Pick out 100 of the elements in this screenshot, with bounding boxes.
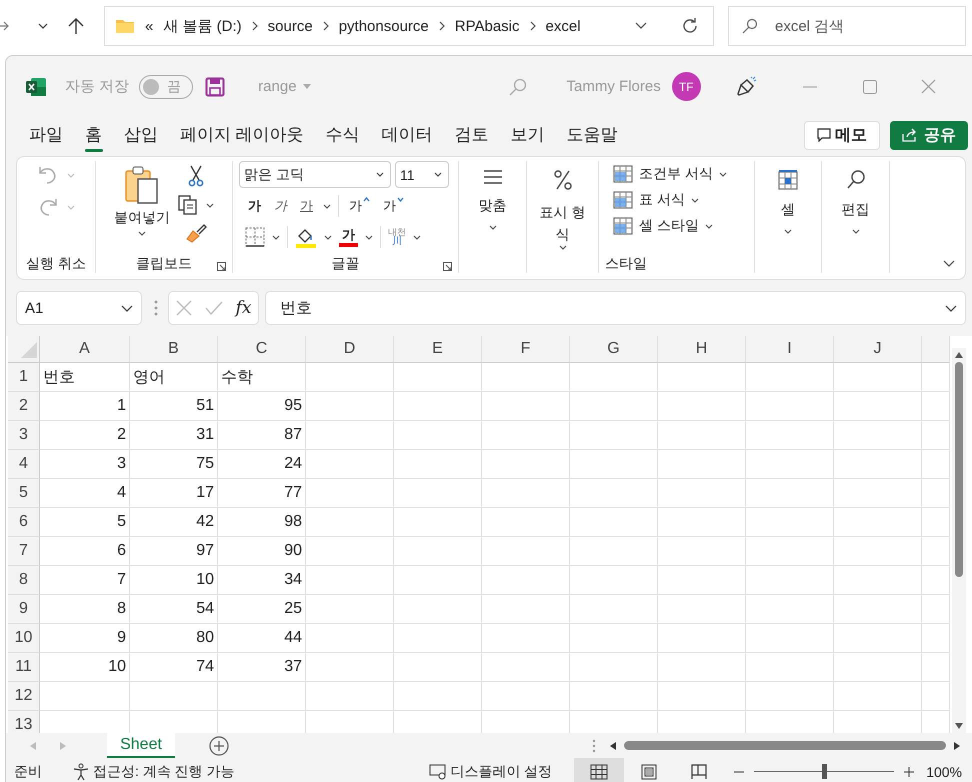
accessibility-button[interactable]: 접근성: 계속 진행 가능 bbox=[72, 762, 235, 780]
zoom-level[interactable]: 100% bbox=[926, 764, 962, 780]
scrollbar-thumb[interactable] bbox=[624, 741, 946, 750]
menu-tab[interactable]: 수식 bbox=[314, 118, 371, 152]
row-header[interactable]: 5 bbox=[8, 479, 40, 508]
row-header[interactable]: 13 bbox=[8, 711, 40, 733]
row-header[interactable]: 6 bbox=[8, 508, 40, 537]
menu-tab[interactable]: 삽입 bbox=[113, 118, 169, 152]
left-triangle-icon[interactable] bbox=[610, 742, 616, 750]
row-header[interactable]: 12 bbox=[8, 682, 40, 711]
column-header[interactable]: A bbox=[40, 336, 130, 363]
bold-button[interactable]: 가 bbox=[245, 197, 264, 215]
up-triangle-icon[interactable] bbox=[955, 352, 963, 358]
menu-tab[interactable]: 데이터 bbox=[370, 118, 444, 152]
display-settings-button[interactable]: 디스플레이 설정 bbox=[429, 762, 552, 780]
alignment-button[interactable]: 맞춤 bbox=[478, 161, 506, 230]
zoom-slider-thumb[interactable] bbox=[822, 764, 828, 779]
column-header[interactable]: J bbox=[834, 336, 922, 363]
path-segment[interactable]: pythonsource bbox=[338, 18, 429, 34]
font-name-select[interactable]: 맑은 고딕 bbox=[239, 161, 391, 188]
shrink-font-button[interactable]: 가 bbox=[380, 197, 407, 215]
row-header[interactable]: 1 bbox=[8, 363, 40, 392]
name-box[interactable]: A1 bbox=[16, 291, 142, 325]
column-header[interactable]: C bbox=[218, 336, 306, 363]
forward-icon[interactable] bbox=[0, 19, 10, 33]
underline-button[interactable]: 가 bbox=[297, 197, 316, 215]
formula-input[interactable]: 번호 bbox=[265, 291, 966, 325]
memo-button[interactable]: 메모 bbox=[804, 120, 880, 150]
insert-function-button[interactable]: fx bbox=[236, 298, 252, 318]
style-menu-button[interactable]: 표 서식 bbox=[613, 191, 699, 209]
column-header[interactable]: G bbox=[570, 336, 658, 363]
sheet-tab[interactable]: Sheet bbox=[107, 733, 175, 758]
user-avatar[interactable]: TF bbox=[672, 72, 701, 101]
caret-icon[interactable] bbox=[365, 234, 373, 240]
phonetic-guide-button[interactable]: 내천 川 bbox=[388, 227, 406, 247]
normal-view-button[interactable] bbox=[574, 758, 624, 782]
dialog-launcher-icon[interactable] bbox=[443, 262, 452, 271]
row-header[interactable]: 7 bbox=[8, 537, 40, 566]
maximize-icon[interactable] bbox=[862, 80, 877, 94]
column-header[interactable]: H bbox=[658, 336, 746, 363]
column-header[interactable]: B bbox=[130, 336, 218, 363]
row-header[interactable]: 8 bbox=[8, 566, 40, 595]
column-header[interactable]: F bbox=[482, 336, 570, 363]
path-segment[interactable]: RPAbasic bbox=[454, 18, 520, 34]
menu-tab[interactable]: 페이지 레이아웃 bbox=[169, 118, 315, 152]
check-icon[interactable] bbox=[204, 301, 223, 315]
cells-button[interactable]: 셀 bbox=[777, 161, 799, 234]
zoom-in-icon[interactable] bbox=[904, 766, 914, 776]
down-triangle-icon[interactable] bbox=[955, 723, 963, 729]
menu-tab[interactable]: 검토 bbox=[444, 118, 500, 152]
menu-tab[interactable]: 보기 bbox=[500, 118, 556, 152]
scissors-icon[interactable] bbox=[188, 165, 204, 187]
style-menu-button[interactable]: 조건부 서식 bbox=[613, 165, 727, 183]
up-arrow-icon[interactable] bbox=[68, 17, 84, 35]
caret-icon[interactable] bbox=[323, 204, 331, 208]
path-segment[interactable]: 새 볼륨 (D:) bbox=[163, 16, 242, 36]
row-header[interactable]: 11 bbox=[8, 653, 40, 682]
menu-tab[interactable]: 홈 bbox=[74, 118, 113, 152]
paste-button[interactable]: 붙여넣기 bbox=[114, 161, 170, 243]
caret-icon[interactable] bbox=[413, 234, 421, 240]
add-sheet-icon[interactable] bbox=[209, 736, 229, 756]
copy-icon[interactable] bbox=[178, 195, 198, 215]
number-format-button[interactable]: 표시 형식 bbox=[536, 161, 588, 250]
address-bar[interactable]: « 새 볼륨 (D:) source pythonsource RPAbasic excel bbox=[104, 6, 714, 46]
font-size-select[interactable]: 11 bbox=[395, 161, 449, 188]
chevron-down-icon[interactable] bbox=[38, 23, 48, 29]
close-icon[interactable] bbox=[920, 79, 936, 94]
path-segment[interactable]: excel bbox=[546, 18, 581, 34]
chevron-down-icon[interactable] bbox=[635, 22, 647, 30]
column-header[interactable]: D bbox=[306, 336, 394, 363]
save-icon[interactable] bbox=[205, 76, 226, 96]
italic-button[interactable]: 가 bbox=[271, 197, 290, 215]
caret-icon[interactable] bbox=[272, 234, 280, 240]
vertical-scrollbar[interactable] bbox=[952, 348, 966, 733]
row-header[interactable]: 3 bbox=[8, 421, 40, 450]
splitter-handle-icon[interactable] bbox=[154, 300, 158, 316]
path-overflow[interactable]: « bbox=[145, 18, 154, 34]
editing-button[interactable]: 편집 bbox=[842, 161, 870, 234]
path-segment[interactable]: source bbox=[268, 18, 313, 34]
menu-tab[interactable]: 도움말 bbox=[556, 118, 629, 152]
collapse-ribbon-icon[interactable] bbox=[943, 260, 955, 267]
row-header[interactable]: 9 bbox=[8, 595, 40, 624]
borders-icon[interactable] bbox=[245, 227, 265, 247]
caret-icon[interactable] bbox=[324, 234, 332, 240]
megaphone-icon[interactable] bbox=[734, 76, 757, 98]
menu-tab[interactable]: 파일 bbox=[18, 118, 74, 152]
share-button[interactable]: 공유 bbox=[890, 120, 968, 150]
row-header[interactable]: 10 bbox=[8, 624, 40, 653]
font-color-button[interactable]: 가 bbox=[339, 227, 358, 247]
refresh-icon[interactable] bbox=[681, 17, 699, 35]
scrollbar-thumb[interactable] bbox=[955, 362, 963, 577]
column-header[interactable]: I bbox=[746, 336, 834, 363]
splitter-handle-icon[interactable] bbox=[592, 738, 596, 752]
row-header[interactable]: 2 bbox=[8, 392, 40, 421]
right-triangle-icon[interactable] bbox=[954, 742, 960, 750]
paintbrush-icon[interactable] bbox=[185, 223, 207, 243]
grow-font-button[interactable]: 가 bbox=[346, 197, 373, 215]
minimize-icon[interactable] bbox=[802, 86, 817, 88]
search-field[interactable]: excel 검색 bbox=[728, 6, 966, 46]
caret-icon[interactable] bbox=[206, 202, 214, 208]
